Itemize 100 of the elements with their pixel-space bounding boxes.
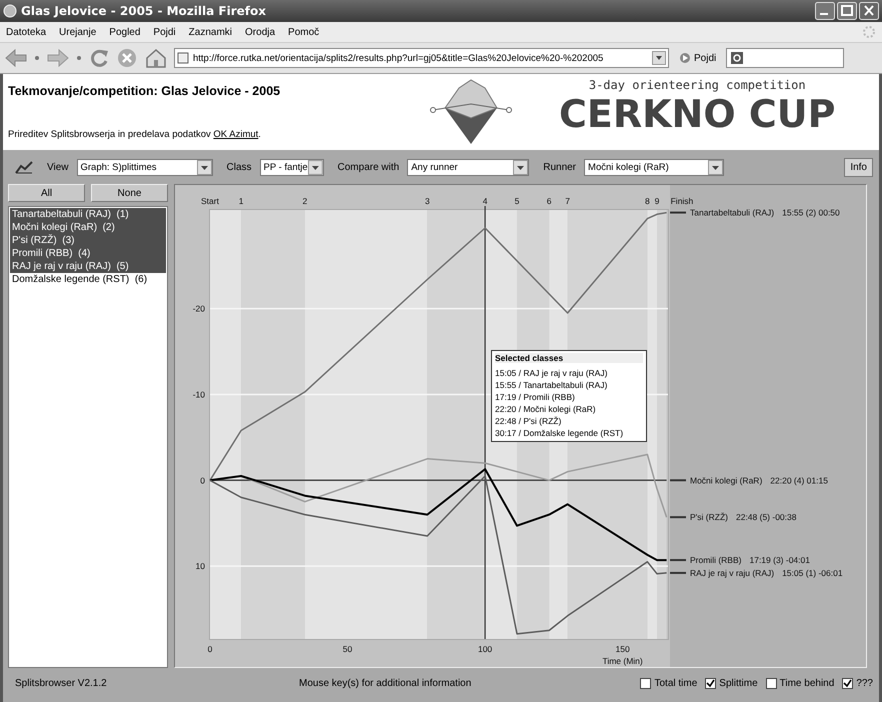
result-label: 22:20 (4) 01:15 xyxy=(770,475,828,486)
checkbox[interactable] xyxy=(640,678,652,688)
result-label: 17:19 (3) -04:01 xyxy=(749,555,810,566)
y-axis-label: -10 xyxy=(192,389,205,400)
dropdown-caret-icon[interactable] xyxy=(76,55,82,61)
go-icon xyxy=(679,52,691,64)
reload-icon[interactable] xyxy=(88,47,110,69)
dropdown-select[interactable]: Any runner xyxy=(407,158,530,176)
hint-text: Mouse key(s) for additional information xyxy=(299,678,472,688)
control-label: 7 xyxy=(565,196,570,206)
tooltip-line: 22:48 / P'si (RZŽ) xyxy=(495,415,562,427)
runner-label: RAJ je raj v raju (RAJ) xyxy=(690,568,774,578)
control-label: 3 xyxy=(424,196,430,206)
control-label: 1 xyxy=(238,196,244,206)
tooltip-line: 17:19 / Promili (RBB) xyxy=(495,391,576,403)
control-label: Finish xyxy=(670,196,694,206)
field-label: Runner xyxy=(543,162,576,172)
select-button[interactable]: All xyxy=(8,184,85,202)
check-icon xyxy=(706,678,716,688)
check-icon xyxy=(843,678,852,688)
banner-subtitle: 3-day orienteering competition xyxy=(588,78,806,92)
window-title: Glas Jelovice - 2005 - Mozilla Firefox xyxy=(21,4,267,18)
field-label: Compare with xyxy=(338,162,400,172)
runner-label: Močni kolegi (RaR) xyxy=(690,475,762,486)
control-label: 5 xyxy=(514,196,520,206)
dropdown-caret-icon[interactable] xyxy=(34,55,40,61)
result-label: 15:05 (1) -06:01 xyxy=(782,568,843,578)
leader-line xyxy=(670,479,686,482)
checkbox[interactable] xyxy=(766,678,777,688)
axis-title: Time (Min) xyxy=(602,656,643,666)
back-arrow-icon[interactable] xyxy=(4,47,28,69)
control-label: 9 xyxy=(654,196,660,206)
runner-item[interactable]: Domžalske legende (RST) (6) xyxy=(10,273,166,286)
version-text: Splitsbrowser V2.1.2 xyxy=(15,678,108,688)
x-axis-label: 50 xyxy=(342,644,352,654)
leader-line xyxy=(670,559,686,562)
browser-logo-icon xyxy=(3,4,17,18)
tooltip-line: 15:05 / RAJ je raj v raju (RAJ) xyxy=(495,367,608,379)
throbber-icon xyxy=(862,25,876,39)
tooltip-line: 15:55 / Tanartabeltabuli (RAJ) xyxy=(495,379,608,391)
result-label: 15:55 (2) 00:50 xyxy=(782,208,840,218)
checkbox-label: Total time xyxy=(654,678,698,688)
search-field[interactable] xyxy=(726,48,844,68)
menu-item[interactable]: Pogled xyxy=(109,26,140,38)
banner-title: CERKNO CUP xyxy=(559,92,836,136)
y-axis-label: -20 xyxy=(192,304,205,314)
runner-item[interactable]: Promili (RBB) (4) xyxy=(10,247,166,260)
leader-line xyxy=(670,516,686,518)
checkbox[interactable] xyxy=(705,678,716,688)
maximize-icon[interactable] xyxy=(837,2,857,20)
control-label: 2 xyxy=(302,196,308,206)
control-label: 4 xyxy=(482,196,488,206)
x-axis-label: 150 xyxy=(616,644,630,654)
menu-item[interactable]: Pojdi xyxy=(153,26,176,38)
credit-link[interactable]: OK Azimut xyxy=(213,129,258,140)
runner-label: P'si (RZŽ) xyxy=(690,512,728,522)
checkbox-label: Splittime xyxy=(719,678,758,688)
dropdown-select[interactable]: PP - fantje xyxy=(260,158,324,176)
runner-label: Tanartabeltabuli (RAJ) xyxy=(690,208,774,218)
tooltip-line: 30:17 / Domžalske legende (RST) xyxy=(495,427,624,439)
runner-item[interactable]: Tanartabeltabuli (RAJ) (1) xyxy=(10,208,166,221)
runner-item[interactable]: RAJ je raj v raju (RAJ) (5) xyxy=(10,260,166,273)
control-label: Start xyxy=(201,196,219,206)
page-title: Tekmovanje/competition: Glas Jelovice - 2005 xyxy=(8,84,282,98)
leader-line xyxy=(670,572,686,574)
y-axis-label: 0 xyxy=(200,475,205,486)
runner-item[interactable]: P'si (RZŽ) (3) xyxy=(10,234,166,247)
checkbox[interactable] xyxy=(842,678,854,688)
control-label: 6 xyxy=(546,196,552,206)
search-engine-icon xyxy=(730,51,744,65)
page-icon xyxy=(177,52,189,64)
field-label: View xyxy=(47,162,68,172)
select-button[interactable]: None xyxy=(91,184,168,202)
menu-item[interactable]: Pomoč xyxy=(288,26,320,38)
x-axis-label: 0 xyxy=(208,644,212,654)
go-button[interactable]: Pojdi xyxy=(675,52,720,64)
credit-text: Prireditev Splitsbrowserja in predelava podatkov OK Azimut. xyxy=(8,129,262,140)
minimize-icon[interactable] xyxy=(815,2,835,20)
control-label: 8 xyxy=(645,196,650,206)
menu-item[interactable]: Datoteka xyxy=(6,26,46,38)
runner-item[interactable]: Močni kolegi (RaR) (2) xyxy=(10,221,166,234)
field-label: Class xyxy=(226,162,252,172)
home-icon[interactable] xyxy=(144,47,168,69)
leader-line xyxy=(670,212,686,214)
address-field[interactable]: http://force.rutka.net/orientacija/splits2/results.php?url=gj05&title=Glas%20Jelovice%20-%202005 xyxy=(174,48,669,68)
menu-item[interactable]: Orodja xyxy=(245,26,276,38)
dropdown-select[interactable]: Graph: S)plittimes xyxy=(76,158,212,176)
dropdown-select[interactable]: Močni kolegi (RaR) xyxy=(584,158,724,176)
x-axis-label: 100 xyxy=(478,644,492,654)
y-axis-label: 10 xyxy=(196,561,205,572)
tooltip-line: 22:20 / Močni kolegi (RaR) xyxy=(495,403,597,415)
close-icon[interactable] xyxy=(859,2,879,20)
checkbox-label: ??? xyxy=(856,678,873,688)
menu-item[interactable]: Urejanje xyxy=(59,26,96,38)
menu-item[interactable]: Zaznamki xyxy=(188,26,232,38)
graph-icon[interactable] xyxy=(15,160,33,174)
info-button[interactable]: Info xyxy=(844,158,873,176)
checkbox-label: Time behind xyxy=(780,678,834,688)
tooltip-title: Selected classes xyxy=(495,353,643,363)
runner-label: Promili (RBB) xyxy=(690,555,742,566)
